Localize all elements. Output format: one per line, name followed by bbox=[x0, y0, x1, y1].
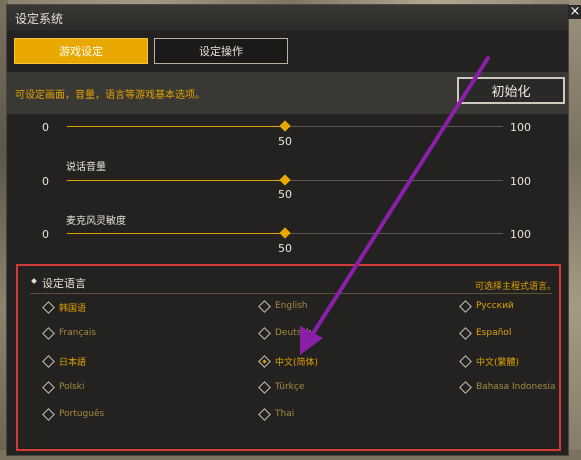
close-icon[interactable]: × bbox=[568, 5, 581, 19]
window-title: 设定系统 bbox=[15, 12, 64, 26]
radio-diamond-icon bbox=[258, 326, 271, 340]
language-option-label: Español bbox=[476, 328, 512, 338]
slider-track[interactable] bbox=[285, 233, 503, 234]
tab-control-settings[interactable]: 设定操作 bbox=[154, 38, 288, 64]
radio-diamond-icon bbox=[258, 299, 271, 313]
language-option-french[interactable]: Français bbox=[42, 326, 97, 340]
description-text: 可设定画面，音量，语言等游戏基本选项。 bbox=[15, 90, 205, 101]
language-option-label: Bahasa Indonesia bbox=[476, 382, 556, 392]
language-option-label: 中文(简体) bbox=[275, 358, 319, 368]
language-option-label: Русский bbox=[476, 301, 514, 311]
language-option-polish[interactable]: Polski bbox=[42, 380, 85, 394]
slider-min-label: 0 bbox=[42, 121, 49, 134]
slider-track[interactable] bbox=[285, 126, 503, 127]
tab-game-settings[interactable]: 游戏设定 bbox=[14, 38, 148, 64]
language-option-indonesian[interactable]: Bahasa Indonesia bbox=[459, 380, 556, 394]
language-option-label: 中文(繁體) bbox=[476, 358, 520, 368]
language-option-chinese-simplified[interactable]: 中文(简体) bbox=[258, 355, 319, 368]
slider-title: 麦克风灵敏度 bbox=[66, 216, 126, 227]
description-bar: 可设定画面，音量，语言等游戏基本选项。 初始化 bbox=[7, 72, 568, 114]
bullet-diamond-icon bbox=[31, 278, 37, 284]
slider-title: 说话音量 bbox=[66, 162, 106, 173]
language-option-label: English bbox=[275, 301, 308, 311]
slider-thumb[interactable] bbox=[279, 120, 291, 132]
radio-diamond-icon bbox=[459, 299, 472, 313]
language-option-label: Português bbox=[59, 409, 105, 419]
slider-track-fill bbox=[67, 233, 285, 234]
language-option-label: 日本語 bbox=[59, 358, 87, 368]
radio-diamond-icon bbox=[459, 326, 472, 340]
radio-diamond-icon bbox=[42, 407, 55, 421]
slider-min-label: 0 bbox=[42, 175, 49, 188]
radio-diamond-icon bbox=[258, 380, 271, 394]
slider-max-label: 100 bbox=[510, 121, 531, 134]
radio-diamond-selected-icon bbox=[258, 355, 271, 368]
language-option-spanish[interactable]: Español bbox=[459, 326, 512, 340]
language-option-english[interactable]: English bbox=[258, 299, 308, 313]
slider-thumb[interactable] bbox=[279, 174, 291, 186]
language-option-label: Français bbox=[59, 328, 97, 338]
radio-diamond-icon bbox=[42, 326, 55, 340]
radio-diamond-icon bbox=[258, 407, 271, 421]
radio-diamond-icon bbox=[42, 355, 55, 368]
language-section: 设定语言 可选择主程式语言。 韩国语 English Русский Franç… bbox=[16, 264, 561, 451]
slider-track[interactable] bbox=[285, 180, 503, 181]
slider-min-label: 0 bbox=[42, 228, 49, 241]
language-option-label: 韩国语 bbox=[59, 304, 87, 314]
language-option-german[interactable]: Deutsch bbox=[258, 326, 313, 340]
radio-diamond-icon bbox=[42, 380, 55, 394]
language-hint: 可选择主程式语言。 bbox=[475, 282, 557, 292]
slider-max-label: 100 bbox=[510, 175, 531, 188]
slider-track-fill bbox=[67, 126, 285, 127]
language-option-turkish[interactable]: Türkçe bbox=[258, 380, 305, 394]
language-option-portuguese[interactable]: Português bbox=[42, 407, 105, 421]
language-option-japanese[interactable]: 日本語 bbox=[42, 355, 87, 368]
language-option-label: Deutsch bbox=[275, 328, 313, 338]
language-option-label: Türkçe bbox=[275, 382, 305, 392]
slider-thumb[interactable] bbox=[279, 227, 291, 239]
slider-value: 50 bbox=[278, 188, 292, 201]
slider-track-fill bbox=[67, 180, 285, 181]
radio-diamond-icon bbox=[459, 380, 472, 394]
language-option-korean[interactable]: 韩国语 bbox=[42, 301, 87, 314]
reset-button[interactable]: 初始化 bbox=[457, 77, 565, 104]
slider-value: 50 bbox=[278, 242, 292, 255]
section-divider bbox=[30, 293, 552, 294]
slider-value: 50 bbox=[278, 135, 292, 148]
language-option-thai[interactable]: Thai bbox=[258, 407, 295, 421]
radio-diamond-icon bbox=[459, 355, 472, 368]
radio-diamond-icon bbox=[42, 301, 55, 314]
language-option-label: Thai bbox=[275, 409, 295, 419]
slider-max-label: 100 bbox=[510, 228, 531, 241]
settings-window: 设定系统 × 游戏设定 设定操作 可设定画面，音量，语言等游戏基本选项。 初始化… bbox=[6, 4, 581, 456]
title-bar: 设定系统 bbox=[7, 5, 568, 31]
language-option-label: Polski bbox=[59, 382, 85, 392]
language-section-title: 设定语言 bbox=[42, 277, 86, 290]
map-background-right bbox=[569, 0, 581, 460]
language-option-russian[interactable]: Русский bbox=[459, 299, 514, 313]
language-option-chinese-traditional[interactable]: 中文(繁體) bbox=[459, 355, 520, 368]
